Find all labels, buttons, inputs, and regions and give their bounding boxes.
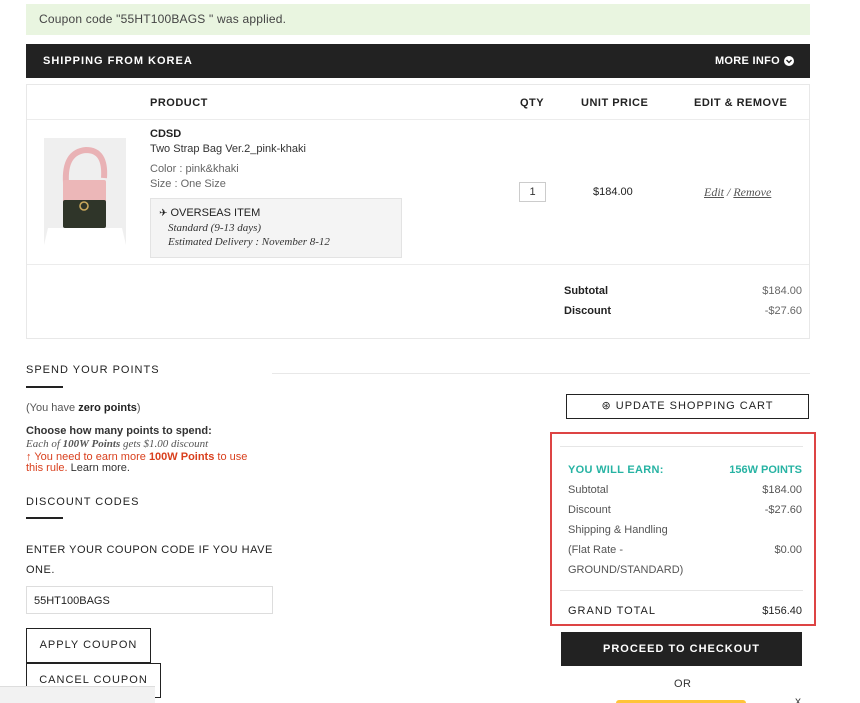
coupon-code-input[interactable]: 55HT100BAGS: [26, 586, 273, 614]
update-cart-button[interactable]: ⊛ UPDATE SHOPPING CART: [566, 394, 809, 419]
discount-value: -$27.60: [764, 305, 802, 317]
remove-link[interactable]: Remove: [733, 185, 771, 199]
airplane-icon: ✈: [159, 208, 168, 219]
summary-subtotal-value: $184.00: [762, 484, 802, 496]
estimated-delivery: Estimated Delivery : November 8-12: [168, 236, 330, 248]
grand-total-divider: [560, 590, 803, 591]
discount-codes-title: DISCOUNT CODES: [26, 496, 140, 508]
item-divider: [27, 264, 809, 265]
section-divider: [272, 373, 810, 374]
overseas-item-box: ✈ OVERSEAS ITEM Standard (9-13 days) Est…: [150, 198, 402, 258]
summary-discount-value: -$27.60: [764, 504, 802, 516]
header-unit-price: UNIT PRICE: [581, 97, 649, 109]
header-product: PRODUCT: [150, 97, 208, 109]
subtotal-label: Subtotal: [564, 285, 608, 297]
product-image[interactable]: [44, 138, 126, 245]
header-edit-remove: EDIT & REMOVE: [694, 97, 788, 109]
chevron-down-icon: [784, 56, 794, 66]
overseas-label: OVERSEAS ITEM: [170, 207, 261, 219]
product-size: Size : One Size: [150, 178, 226, 190]
bottom-overlay-bar: [0, 686, 155, 703]
summary-subtotal-label: Subtotal: [568, 484, 609, 496]
refresh-icon: ⊛: [601, 400, 612, 412]
more-info-label: MORE INFO: [714, 55, 780, 67]
summary-discount-label: Discount: [568, 504, 611, 516]
close-icon[interactable]: x: [795, 694, 801, 703]
ground-standard-label: GROUND/STANDARD): [568, 564, 684, 576]
grand-total-label: GRAND TOTAL: [568, 605, 657, 617]
product-name[interactable]: Two Strap Bag Ver.2_pink-khaki: [150, 143, 306, 155]
proceed-to-checkout-button[interactable]: PROCEED TO CHECKOUT: [561, 632, 802, 666]
apply-coupon-button[interactable]: APPLY COUPON: [26, 628, 151, 663]
points-how-many: Choose how many points to spend:: [26, 425, 212, 437]
discount-codes-underline: [26, 517, 63, 519]
flat-rate-label: (Flat Rate -: [568, 544, 624, 556]
shipping-standard: Standard (9-13 days): [168, 222, 262, 234]
product-color: Color : pink&khaki: [150, 163, 239, 175]
more-info-toggle[interactable]: MORE INFO: [715, 55, 794, 67]
header-divider: [27, 119, 809, 120]
earn-points-value: 156W POINTS: [729, 464, 802, 476]
header-qty: QTY: [520, 97, 545, 109]
spend-points-title: SPEND YOUR POINTS: [26, 364, 160, 376]
edit-link[interactable]: Edit: [704, 185, 724, 199]
learn-more-link[interactable]: Learn more.: [68, 462, 130, 474]
flat-rate-value: $0.00: [774, 544, 802, 556]
shipping-handling-label: Shipping & Handling: [568, 524, 668, 536]
quantity-input[interactable]: 1: [519, 182, 546, 202]
coupon-code-label: ENTER YOUR COUPON CODE IF YOU HAVE ONE.: [26, 544, 273, 576]
product-brand: CDSD: [150, 128, 182, 140]
grand-total-value: $156.40: [762, 605, 802, 617]
shipping-title: SHIPPING FROM KOREA: [43, 55, 193, 67]
spend-points-underline: [26, 386, 63, 388]
shipping-header-bar: SHIPPING FROM KOREA MORE INFO: [26, 44, 810, 78]
or-separator: OR: [674, 678, 692, 690]
unit-price-value: $184.00: [593, 186, 633, 198]
points-warning: ↑ You need to earn more 100W Points to u…: [26, 451, 248, 474]
link-separator: /: [727, 185, 731, 199]
earn-points-label: YOU WILL EARN:: [568, 464, 664, 476]
points-balance: (You have zero points): [26, 402, 141, 414]
edit-remove-links: Edit / Remove: [704, 185, 771, 200]
cart-items-table: PRODUCT QTY UNIT PRICE EDIT & REMOVE CDS…: [26, 84, 810, 339]
coupon-applied-notice: Coupon code "55HT100BAGS " was applied.: [26, 4, 810, 35]
points-rate: Each of 100W Points gets $1.00 discount: [26, 438, 209, 450]
discount-label: Discount: [564, 305, 612, 317]
subtotal-value: $184.00: [762, 285, 802, 297]
